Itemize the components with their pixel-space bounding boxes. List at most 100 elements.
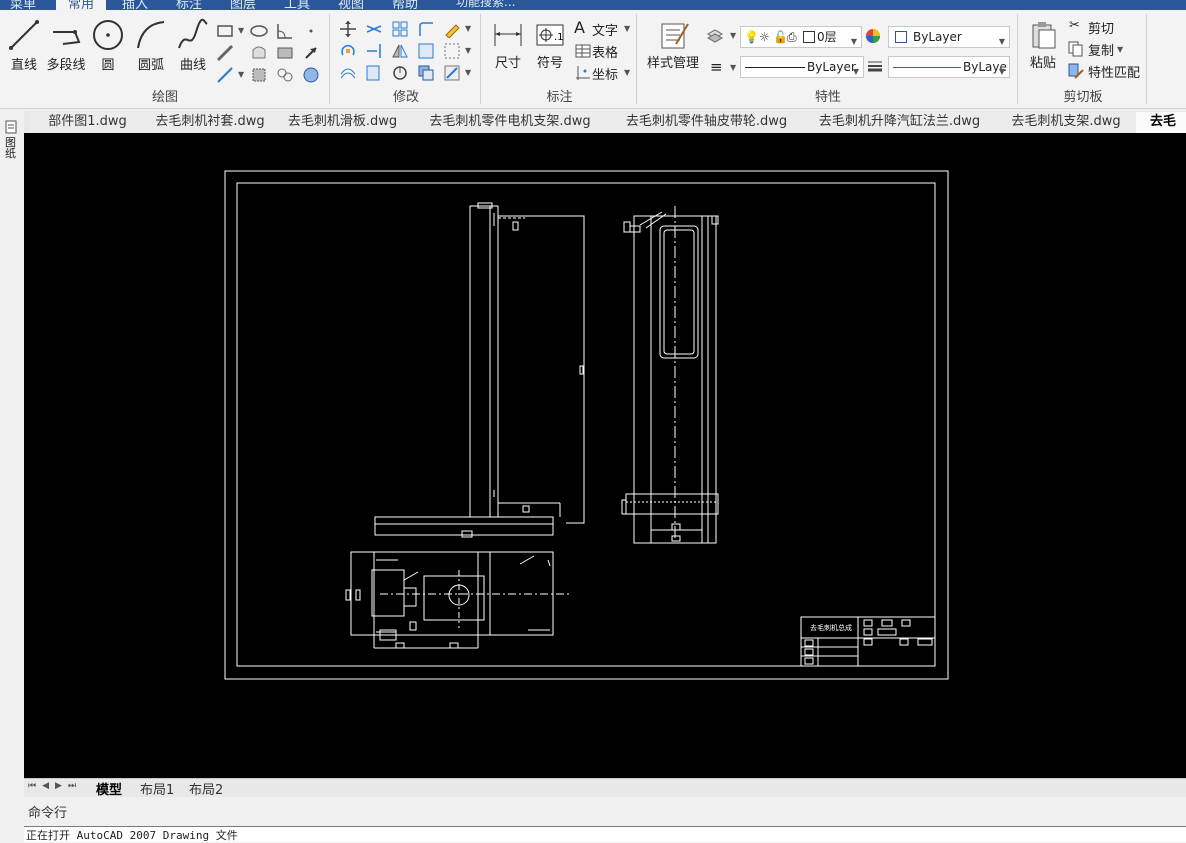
- file-tab[interactable]: 去毛刺机支架.dwg: [996, 112, 1137, 133]
- menu-item-insert[interactable]: 插入: [122, 0, 148, 10]
- paste-button[interactable]: 粘贴: [1025, 20, 1061, 71]
- hatch-icon[interactable]: [276, 44, 294, 62]
- linetype-list-icon[interactable]: ≡: [710, 58, 723, 76]
- menu-item-annotate[interactable]: 标注: [176, 0, 202, 10]
- lineweight-icon[interactable]: [866, 57, 884, 75]
- symbol-label: 符号: [536, 56, 563, 71]
- polyline-tool-button[interactable]: 多段线: [44, 18, 88, 73]
- dimension-button[interactable]: 尺寸: [488, 20, 528, 71]
- rectangle-dropdown-icon[interactable]: ▼: [238, 26, 244, 35]
- wipeout-icon[interactable]: [302, 66, 320, 84]
- layout-tab-layout1[interactable]: 布局1: [140, 779, 174, 798]
- file-tab[interactable]: 去毛刺机零件轴皮带轮.dwg: [610, 112, 804, 133]
- boundary-icon[interactable]: [250, 66, 268, 84]
- angle-icon[interactable]: [276, 22, 294, 40]
- pick-arrow-icon[interactable]: [302, 44, 320, 62]
- arc-tool-button[interactable]: 圆弧: [132, 18, 170, 73]
- scale-icon[interactable]: [365, 64, 383, 82]
- linetype-list-dropdown-icon[interactable]: ▼: [730, 63, 736, 72]
- color-select[interactable]: ByLayer ▼: [888, 26, 1010, 48]
- symbol-icon: .1: [536, 24, 564, 46]
- layer-select[interactable]: 💡 ☼ 🔓 ⎙ 0层 ▼: [740, 26, 862, 48]
- file-tab-label: 去毛刺机滑板.dwg: [287, 114, 398, 129]
- file-tab-active[interactable]: 去毛: [1136, 112, 1186, 133]
- style-manager-button[interactable]: 样式管理: [642, 20, 704, 71]
- symbol-button[interactable]: .1 符号: [532, 20, 568, 71]
- copy-dropdown-icon[interactable]: ▼: [1117, 45, 1123, 54]
- copy-object-icon[interactable]: [417, 64, 435, 82]
- command-line-title: 命令行: [28, 806, 68, 821]
- layout-tab-model[interactable]: 模型: [96, 779, 122, 798]
- trim-icon[interactable]: [365, 20, 383, 38]
- ray-icon[interactable]: [216, 66, 234, 84]
- file-tab[interactable]: 去毛刺机滑板.dwg: [275, 112, 411, 133]
- properties-edit-icon[interactable]: [443, 64, 461, 82]
- dimension-icon: [494, 24, 522, 46]
- file-tab[interactable]: 去毛刺机零件电机支架.dwg: [410, 112, 611, 133]
- erase-dropdown-icon[interactable]: ▼: [465, 24, 471, 33]
- color-wheel-icon[interactable]: [864, 27, 882, 45]
- offset-icon[interactable]: [339, 64, 357, 82]
- modify-more-dropdown-icon[interactable]: ▼: [465, 68, 471, 77]
- circle-tool-button[interactable]: 圆: [90, 18, 126, 73]
- explode-icon[interactable]: [443, 42, 461, 60]
- break-icon[interactable]: [391, 64, 409, 82]
- spline-tool-button[interactable]: 曲线: [174, 18, 212, 73]
- sheet-set-icon[interactable]: [4, 119, 20, 135]
- copy-button[interactable]: 复制: [1088, 40, 1114, 59]
- coordinate-dropdown-icon[interactable]: ▼: [624, 68, 630, 77]
- erase-icon[interactable]: [443, 20, 461, 38]
- annotation-panel: 尺寸 .1 符号 A 文字 ▼ 表格 坐标 ▼ 标注: [482, 10, 637, 108]
- fillet-icon[interactable]: [417, 20, 435, 38]
- menu-item-home[interactable]: 常用: [56, 0, 107, 10]
- table-button[interactable]: 表格: [592, 42, 618, 61]
- explode-dropdown-icon[interactable]: ▼: [465, 46, 471, 55]
- layout-tab-layout2[interactable]: 布局2: [189, 779, 223, 798]
- front-view: [374, 202, 585, 538]
- layer-manager-icon[interactable]: [706, 26, 724, 44]
- function-search-input[interactable]: 功能搜索...: [456, 0, 515, 10]
- color-value: ByLayer: [913, 30, 962, 44]
- file-tab[interactable]: 去毛刺机衬套.dwg: [145, 112, 276, 133]
- file-tab[interactable]: 去毛刺机升降汽缸法兰.dwg: [803, 112, 997, 133]
- extend-icon[interactable]: [365, 42, 383, 60]
- coordinate-button[interactable]: 坐标: [592, 64, 618, 83]
- title-block-text: 去毛刺机总成: [810, 623, 852, 632]
- region-icon[interactable]: [250, 44, 268, 62]
- stretch-icon[interactable]: [417, 42, 435, 60]
- revcloud-icon[interactable]: [276, 66, 294, 84]
- dimension-label: 尺寸: [494, 56, 521, 71]
- properties-panel: 样式管理 ▼ 💡 ☼ 🔓 ⎙ 0层 ▼ ByLayer ▼ ≡ ▼ ByLaye…: [638, 10, 1018, 108]
- text-button[interactable]: 文字: [592, 20, 618, 39]
- match-properties-button[interactable]: 特性匹配: [1088, 62, 1140, 81]
- file-tab[interactable]: 部件图1.dwg: [30, 112, 146, 133]
- menu-item-menu[interactable]: 菜单: [10, 0, 36, 10]
- coordinate-icon: [576, 66, 590, 80]
- menu-item-view[interactable]: 视图: [338, 0, 364, 10]
- linetype-dropdown-icon: ▼: [852, 67, 859, 76]
- line-tool-button[interactable]: 直线: [4, 18, 44, 73]
- cut-button[interactable]: 剪切: [1088, 18, 1114, 37]
- drawing-canvas[interactable]: 去毛刺机总成: [24, 133, 1186, 778]
- ray-dropdown-icon[interactable]: ▼: [238, 70, 244, 79]
- layout-nav-arrows-icon[interactable]: ⏮◀▶⏭: [28, 781, 82, 791]
- drawing-sheet-label[interactable]: 图纸: [5, 137, 19, 159]
- menu-item-tools[interactable]: 工具: [284, 0, 310, 10]
- command-history[interactable]: 正在打开 AutoCAD 2007 Drawing 文件: [24, 826, 1186, 842]
- construction-line-icon[interactable]: [216, 44, 234, 62]
- menu-item-layer[interactable]: 图层: [230, 0, 256, 10]
- mirror-icon[interactable]: [391, 42, 409, 60]
- point-icon[interactable]: [302, 22, 320, 40]
- rotate-icon[interactable]: [339, 42, 357, 60]
- text-icon: A: [574, 18, 585, 37]
- move-icon[interactable]: [339, 20, 357, 38]
- ellipse-icon[interactable]: [250, 22, 268, 40]
- linetype-select[interactable]: ByLayer ▼: [740, 56, 864, 78]
- rectangle-icon[interactable]: [216, 22, 234, 40]
- menu-item-help[interactable]: 帮助: [392, 0, 418, 10]
- layer-manager-dropdown-icon[interactable]: ▼: [730, 31, 736, 40]
- array-icon[interactable]: [391, 20, 409, 38]
- text-dropdown-icon[interactable]: ▼: [624, 24, 630, 33]
- lineweight-select[interactable]: ByLaye ▼: [888, 56, 1010, 78]
- copy-icon: [1068, 41, 1083, 57]
